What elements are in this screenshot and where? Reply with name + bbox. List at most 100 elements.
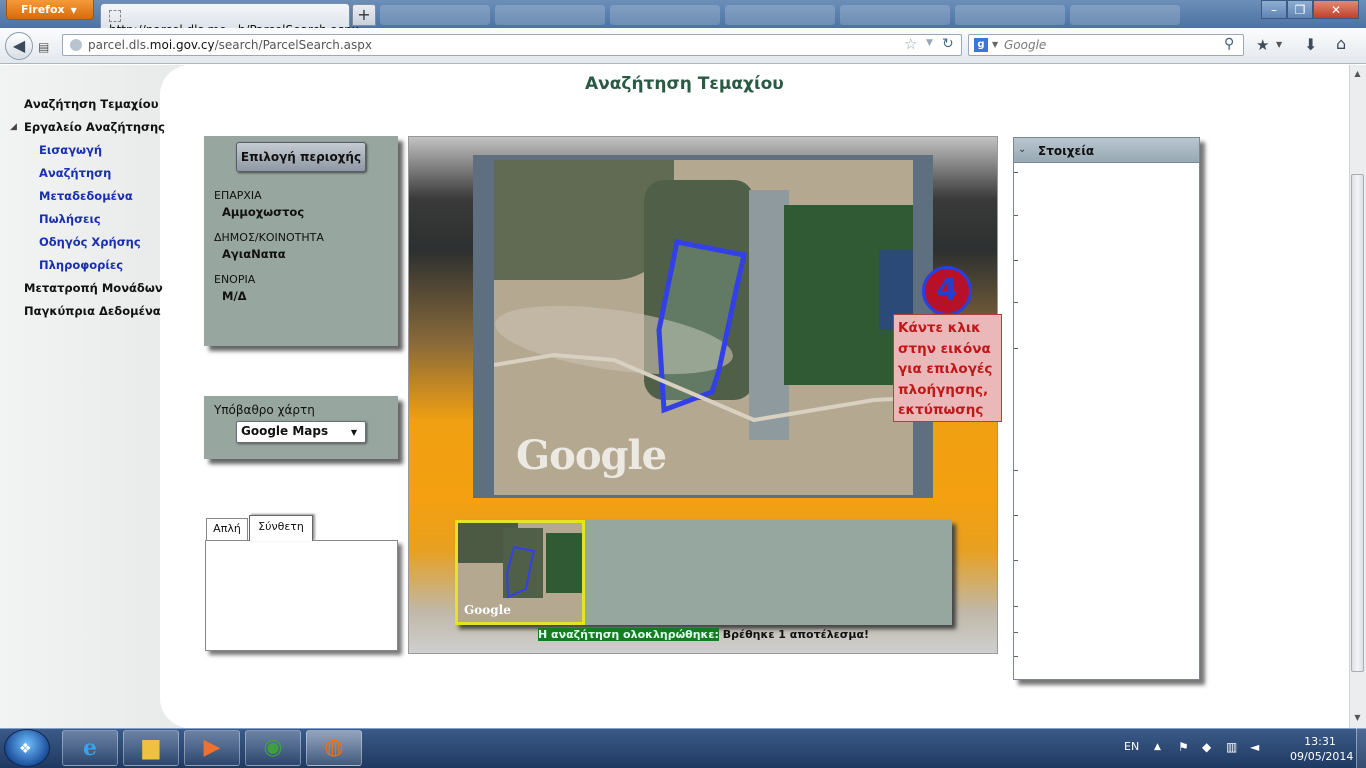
scroll-down-icon[interactable]: ▼ xyxy=(1350,710,1365,726)
step-badge: 4 xyxy=(922,266,972,316)
district-value: Αμμοχωστος xyxy=(222,205,305,219)
parcel-thumbnail[interactable]: Google xyxy=(455,520,585,625)
panel-tick xyxy=(1014,606,1018,607)
taskbar-folder-icon[interactable]: ▆ xyxy=(123,730,179,766)
background-window-ghost xyxy=(495,5,605,25)
globe-icon xyxy=(70,39,82,51)
tab-simple[interactable]: Απλή xyxy=(206,518,248,540)
panel-tick xyxy=(1014,656,1018,657)
tray-expand-icon[interactable]: ▲ xyxy=(1154,742,1161,752)
minimize-button[interactable]: – xyxy=(1261,0,1287,19)
sidebar-item-pancyprian-data[interactable]: Παγκύπρια Δεδομένα xyxy=(24,304,161,318)
firefox-menu-label: Firefox xyxy=(21,3,65,16)
tab-complex[interactable]: Σύνθετη xyxy=(249,515,313,541)
sidebar-item-search-tool[interactable]: Εργαλείο Αναζήτησης xyxy=(24,120,165,134)
map-tooltip: Κάντε κλικ στην εικόνα για επιλογές πλοή… xyxy=(893,314,1002,422)
status-result: Βρέθηκε 1 αποτέλεσμα! xyxy=(718,628,870,641)
sidebar-item-intro[interactable]: Εισαγωγή xyxy=(39,143,102,157)
quarter-label: ΕΝΟΡΙΑ xyxy=(214,273,256,286)
url-dropdown-icon[interactable]: ▼ xyxy=(926,38,933,48)
chevron-down-icon[interactable]: ▼ xyxy=(1276,40,1282,49)
basemap-label: Υπόβαθρο χάρτη xyxy=(214,403,315,417)
dropbox-icon[interactable]: ◆ xyxy=(1202,740,1211,754)
expanded-triangle-icon[interactable]: ◢ xyxy=(10,122,17,132)
background-window-ghost xyxy=(1070,5,1180,25)
chevron-down-icon[interactable]: ▼ xyxy=(992,40,998,49)
google-watermark: Google xyxy=(464,603,511,617)
show-desktop-button[interactable] xyxy=(1356,728,1366,768)
flag-alert-icon[interactable]: ⚑ xyxy=(1178,740,1189,754)
background-window-ghost xyxy=(610,5,720,25)
language-indicator[interactable]: EN xyxy=(1124,740,1139,753)
google-watermark: Google xyxy=(516,432,667,479)
page-title: Αναζήτηση Τεμαχίου xyxy=(585,74,784,94)
sidebar-item-unit-conversion[interactable]: Μετατροπή Μονάδων xyxy=(24,281,163,295)
new-tab-button[interactable]: + xyxy=(352,4,376,26)
panel-tick xyxy=(1014,632,1018,633)
bookmarks-icon[interactable]: ★ xyxy=(1256,36,1269,54)
url-host-main: moi.gov.cy xyxy=(149,38,215,52)
sidebar-item-search[interactable]: Αναζήτηση xyxy=(39,166,111,180)
volume-muted-icon[interactable]: ◄ xyxy=(1250,740,1259,754)
municipality-value: ΑγιαΝαπα xyxy=(222,247,286,261)
url-text[interactable]: parcel.dls.moi.gov.cy/search/ParcelSearc… xyxy=(88,38,372,52)
maximize-button[interactable]: ❐ xyxy=(1287,0,1313,19)
history-icon[interactable]: ▤ xyxy=(38,40,49,54)
select-area-button[interactable]: Επιλογή περιοχής xyxy=(236,142,366,172)
search-placeholder: Google xyxy=(1004,38,1047,52)
firefox-menu-button[interactable]: Firefox ▼ xyxy=(6,0,94,20)
scrollbar-thumb[interactable] xyxy=(1351,174,1364,672)
district-label: ΕΠΑΡΧΙΑ xyxy=(214,189,262,202)
taskbar-media-player-icon[interactable]: ▶ xyxy=(184,730,240,766)
sidebar-item-info[interactable]: Πληροφορίες xyxy=(39,258,123,272)
quarter-value: Μ/Δ xyxy=(222,289,247,303)
sidebar-item-user-guide[interactable]: Οδηγός Χρήσης xyxy=(39,235,141,249)
panel-tick xyxy=(1014,172,1018,173)
background-window-ghost xyxy=(955,5,1065,25)
home-icon[interactable]: ⌂ xyxy=(1336,34,1346,53)
sidebar-item-parcel-search[interactable]: Αναζήτηση Τεμαχίου xyxy=(24,97,158,111)
basemap-selected-value: Google Maps xyxy=(241,424,329,438)
url-host-prefix: parcel.dls. xyxy=(88,38,150,52)
info-panel-title: Στοιχεία xyxy=(1038,144,1095,158)
background-window-ghost xyxy=(840,5,950,25)
sidebar-edge xyxy=(160,65,190,728)
parcel-map-image[interactable]: Google xyxy=(494,160,913,495)
panel-tick xyxy=(1014,470,1018,471)
clock[interactable]: 13:31 09/05/2014 xyxy=(1290,734,1353,764)
taskbar-ie-icon[interactable]: e xyxy=(62,730,118,766)
clock-time: 13:31 xyxy=(1304,735,1336,748)
taskbar-chrome-icon[interactable]: ◉ xyxy=(245,730,301,766)
bookmark-star-icon[interactable]: ☆ xyxy=(904,35,917,53)
google-engine-icon[interactable]: g xyxy=(974,38,988,52)
download-icon[interactable]: ⬇ xyxy=(1304,35,1317,54)
sidebar-item-sales[interactable]: Πωλήσεις xyxy=(39,212,101,226)
windows-logo-icon: ❖ xyxy=(19,741,32,757)
url-path: /search/ParcelSearch.aspx xyxy=(214,38,372,52)
taskbar-firefox-icon[interactable]: ◍ xyxy=(306,730,362,766)
search-status: Η αναζήτηση ολοκληρώθηκε: Βρέθηκε 1 αποτ… xyxy=(538,628,869,641)
panel-tick xyxy=(1014,515,1018,516)
sidebar xyxy=(0,65,185,728)
basemap-select[interactable]: Google Maps ▼ xyxy=(236,421,366,443)
collapse-chevron-icon[interactable]: ⌄ xyxy=(1018,144,1026,155)
back-button[interactable]: ◀ xyxy=(5,32,33,60)
network-icon[interactable]: ▥ xyxy=(1226,740,1237,754)
background-window-ghost xyxy=(725,5,835,25)
sidebar-item-metadata[interactable]: Μεταδεδομένα xyxy=(39,189,133,203)
page-icon xyxy=(109,10,121,22)
start-button[interactable]: ❖ xyxy=(4,729,50,767)
close-button[interactable]: ✕ xyxy=(1313,0,1359,19)
browser-tab-active[interactable]: http://parcel.dls.mo...h/ParcelSearch.as… xyxy=(100,3,359,37)
search-icon[interactable]: ⚲ xyxy=(1224,36,1234,52)
panel-tick xyxy=(1014,215,1018,216)
panel-tick xyxy=(1014,260,1018,261)
municipality-label: ΔΗΜΟΣ/ΚΟΙΝΟΤΗΤΑ xyxy=(214,231,324,244)
info-panel xyxy=(1013,137,1200,680)
status-done: Η αναζήτηση ολοκληρώθηκε: xyxy=(538,628,719,641)
panel-tick xyxy=(1014,560,1018,561)
scroll-up-icon[interactable]: ▲ xyxy=(1350,66,1365,82)
background-window-ghost xyxy=(380,5,490,25)
chevron-down-icon: ▼ xyxy=(70,6,77,15)
reload-icon[interactable]: ↻ xyxy=(942,36,954,52)
